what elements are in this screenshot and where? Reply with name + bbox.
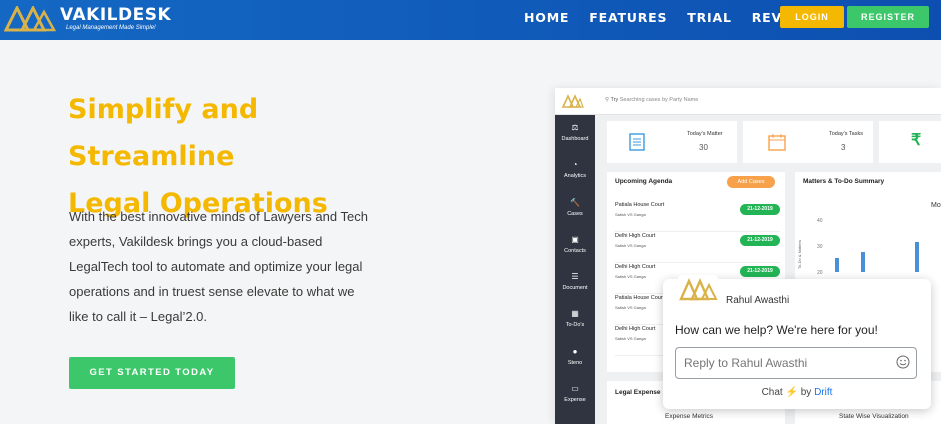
sidebar-item-analytics: ◔ Analytics xyxy=(555,160,595,179)
list-icon xyxy=(629,133,645,151)
add-cases-button[interactable]: Add Cases xyxy=(727,176,775,188)
footer-by-label: by xyxy=(800,387,812,398)
search-icon: ⚲ xyxy=(605,97,610,103)
sidebar-item-cases: 🔨 Cases xyxy=(555,198,595,217)
sidebar-item-label: Document xyxy=(562,285,588,291)
list-item[interactable]: Patiala House Court Satish VS Ganga 21-1… xyxy=(615,202,780,232)
login-button[interactable]: LOGIN xyxy=(780,6,844,28)
mockup-header: ⚲ Try Searching cases by Party Name xyxy=(555,88,941,115)
sidebar-item-document: ☰ Document xyxy=(555,272,595,291)
sidebar-item-label: Steno xyxy=(567,360,583,366)
stat-label: Today's Matter xyxy=(687,131,723,137)
sidebar-item-label: Analytics xyxy=(563,173,586,179)
register-button[interactable]: REGISTER xyxy=(847,6,929,28)
chart-bar xyxy=(915,242,919,272)
sidebar-item-dashboard: ⚖ Dashboard xyxy=(555,123,595,142)
nav-link-features[interactable]: FEATURES xyxy=(589,10,667,25)
agent-avatar xyxy=(678,275,718,303)
microphone-icon: ● xyxy=(572,347,578,356)
scales-icon: ⚖ xyxy=(571,123,579,132)
party-name: Satish VS Ganga xyxy=(615,305,646,310)
summary-ylabel: To-Do & Matters xyxy=(796,240,802,269)
gauge-icon: ◔ xyxy=(572,160,578,169)
summary-corner-text: Mo xyxy=(931,202,941,209)
document-icon: ☰ xyxy=(571,272,579,281)
legal-expense-title: Legal Expense xyxy=(615,389,661,396)
chart-bar xyxy=(835,258,839,272)
brand-logo[interactable]: VAKILDESK Legal Management Made Simple! xyxy=(4,2,171,36)
cash-icon: ▭ xyxy=(571,384,579,393)
mockup-search: ⚲ Try Searching cases by Party Name xyxy=(605,97,698,103)
lightning-icon: ⚡ xyxy=(785,387,798,398)
chat-reply-box xyxy=(675,347,917,379)
get-started-button[interactable]: GET STARTED TODAY xyxy=(69,357,235,389)
hero-description: With the best innovative minds of Lawyer… xyxy=(69,209,368,324)
date-badge: 21-12-2019 xyxy=(740,266,780,277)
scales-logo-icon xyxy=(4,6,56,32)
party-name: Satish VS Ganga xyxy=(615,212,646,217)
calendar-icon xyxy=(768,134,786,151)
nav-link-trial[interactable]: TRIAL xyxy=(687,10,731,25)
date-badge: 21-12-2019 xyxy=(740,204,780,215)
chat-reply-input[interactable] xyxy=(684,354,884,372)
stat-card-tasks: Today's Tasks 3 xyxy=(743,121,873,163)
search-placeholder: Searching cases by Party Name xyxy=(619,97,699,103)
state-wise-title: State Wise Visualization xyxy=(839,413,909,420)
chart-bar xyxy=(861,252,865,272)
rupee-icon: ₹ xyxy=(911,132,922,149)
stat-card-revenue: ₹ xyxy=(879,121,941,163)
brand-name: VAKILDESK xyxy=(60,5,172,25)
sidebar-item-label: To-Do's xyxy=(565,322,585,328)
summary-title: Matters & To-Do Summary xyxy=(803,178,885,185)
contact-card-icon: ▣ xyxy=(571,235,579,244)
court-name: Delhi High Court xyxy=(615,326,656,332)
sidebar-item-contacts: ▣ Contacts xyxy=(555,235,595,254)
stat-value: 30 xyxy=(699,143,708,152)
sidebar-item-expense: ▭ Expense xyxy=(555,384,595,403)
y-tick: 40 xyxy=(817,218,823,224)
brand-tagline: Legal Management Made Simple! xyxy=(66,25,156,31)
hero-title-line1: Simplify and Streamline xyxy=(68,94,259,172)
stat-card-matters: Today's Matter 30 xyxy=(607,121,737,163)
chat-widget: Rahul Awasthi How can we help? We're her… xyxy=(663,275,931,409)
sidebar-item-steno: ● Steno xyxy=(555,347,595,366)
chat-message: How can we help? We're here for you! xyxy=(675,323,878,337)
sidebar-item-label: Cases xyxy=(567,211,583,217)
court-name: Delhi High Court xyxy=(615,264,656,270)
party-name: Satish VS Ganga xyxy=(615,336,646,341)
court-name: Patiala House Court xyxy=(615,202,665,208)
expense-metrics-title: Expense Metrics xyxy=(665,413,714,420)
date-badge: 21-12-2019 xyxy=(740,235,780,246)
sidebar-item-label: Dashboard xyxy=(561,136,589,142)
footer-brand: Drift xyxy=(814,387,833,398)
party-name: Satish VS Ganga xyxy=(615,274,646,279)
emoji-icon[interactable] xyxy=(896,355,910,369)
chat-footer[interactable]: Chat ⚡ by Drift xyxy=(663,387,931,398)
gavel-icon: 🔨 xyxy=(570,198,580,207)
nav-link-home[interactable]: HOME xyxy=(524,10,569,25)
agent-name: Rahul Awasthi xyxy=(726,295,790,306)
mockup-sidebar: ⚖ Dashboard ◔ Analytics 🔨 Cases ▣ Contac… xyxy=(555,115,595,424)
footer-chat-label: Chat xyxy=(761,387,783,398)
list-item[interactable]: Delhi High Court Satish VS Ganga 21-12-2… xyxy=(615,233,780,263)
top-navbar: VAKILDESK Legal Management Made Simple! … xyxy=(0,0,941,40)
court-name: Delhi High Court xyxy=(615,233,656,239)
sidebar-item-label: Contacts xyxy=(564,248,586,254)
calendar-check-icon: ▦ xyxy=(571,309,579,318)
search-prefix: Try xyxy=(610,97,619,103)
agenda-title: Upcoming Agenda xyxy=(615,178,673,185)
sidebar-item-todos: ▦ To-Do's xyxy=(555,309,595,328)
party-name: Satish VS Ganga xyxy=(615,243,646,248)
stat-label: Today's Tasks xyxy=(829,131,863,137)
y-tick: 30 xyxy=(817,244,823,250)
stat-value: 3 xyxy=(841,143,846,152)
y-tick: 20 xyxy=(817,270,823,276)
court-name: Patiala House Court xyxy=(615,295,665,301)
mockup-logo-icon xyxy=(562,94,584,108)
sidebar-item-label: Expense xyxy=(564,397,586,403)
